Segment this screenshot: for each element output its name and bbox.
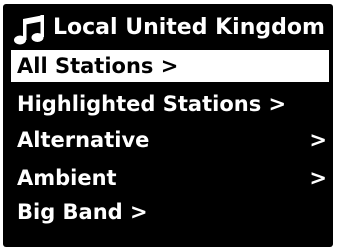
chevron-right-icon: > (309, 128, 327, 152)
music-note-icon (14, 15, 44, 45)
header-title: Local United Kingdom (53, 15, 325, 40)
radio-display: Local United Kingdom All Stations > High… (3, 4, 333, 247)
menu-item-label: Highlighted Stations > (17, 92, 287, 116)
menu-item-label: Ambient (17, 166, 117, 190)
menu-item-big-band[interactable]: Big Band > (11, 196, 329, 228)
menu-item-label: Alternative (17, 128, 150, 152)
menu-item-all-stations[interactable]: All Stations > (11, 50, 329, 82)
menu-item-alternative[interactable]: Alternative > (11, 124, 329, 156)
menu-item-highlighted-stations[interactable]: Highlighted Stations > (11, 88, 329, 120)
menu-item-label: Big Band > (17, 200, 148, 224)
menu-item-label: All Stations > (17, 54, 179, 78)
chevron-right-icon: > (309, 166, 327, 190)
header: Local United Kingdom (3, 12, 333, 48)
menu-item-ambient[interactable]: Ambient > (11, 162, 329, 194)
